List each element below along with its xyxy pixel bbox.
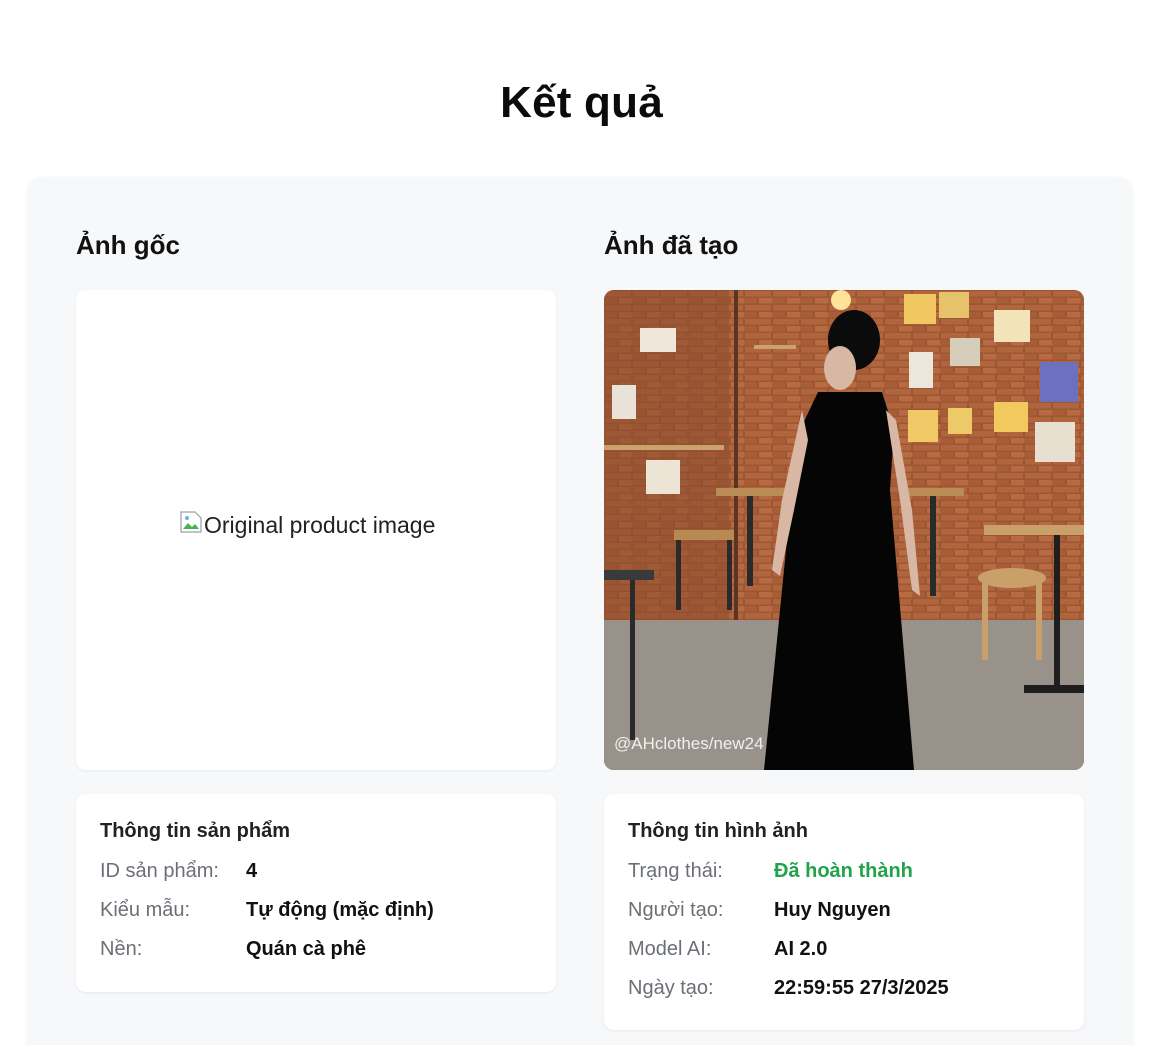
page-title: Kết quả bbox=[500, 78, 663, 127]
image-info-title: Thông tin hình ảnh bbox=[628, 820, 808, 842]
creator-value: Huy Nguyen bbox=[774, 899, 891, 921]
original-product-image: Original product image bbox=[180, 510, 436, 539]
model-type-label: Kiểu mẫu: bbox=[100, 899, 191, 921]
image-info-card: Thông tin hình ảnh Trạng thái: Đã hoàn t… bbox=[604, 794, 1084, 1030]
product-id-value: 4 bbox=[246, 860, 258, 882]
ai-model-row: Model AI: AI 2.0 bbox=[628, 938, 1060, 977]
generated-image-illustration bbox=[604, 290, 1084, 770]
created-date-value: 22:59:55 27/3/2025 bbox=[774, 977, 949, 999]
created-date-row: Ngày tạo: 22:59:55 27/3/2025 bbox=[628, 977, 1060, 1016]
generated-image[interactable]: @AHclothes/new24 bbox=[604, 290, 1084, 770]
product-id-row: ID sản phẩm: 4 bbox=[100, 860, 532, 899]
ai-model-label: Model AI: bbox=[628, 938, 712, 960]
product-info-card: Thông tin sản phẩm ID sản phẩm: 4 Kiểu m… bbox=[76, 794, 556, 992]
product-info-title: Thông tin sản phẩm bbox=[100, 820, 290, 842]
generated-image-heading: Ảnh đã tạo bbox=[604, 230, 739, 260]
original-image-heading: Ảnh gốc bbox=[76, 230, 180, 260]
background-row: Nền: Quán cà phê bbox=[100, 938, 532, 977]
ai-model-value: AI 2.0 bbox=[774, 938, 828, 960]
model-type-row: Kiểu mẫu: Tự động (mặc định) bbox=[100, 899, 532, 938]
original-image-alt-text: Original product image bbox=[204, 512, 436, 538]
broken-image-icon bbox=[180, 510, 202, 533]
background-label: Nền: bbox=[100, 938, 143, 960]
generated-image-watermark: @AHclothes/new24 bbox=[614, 734, 764, 753]
status-badge: Đã hoàn thành bbox=[774, 860, 913, 882]
status-row: Trạng thái: Đã hoàn thành bbox=[628, 860, 1060, 899]
created-date-label: Ngày tạo: bbox=[628, 977, 714, 999]
creator-row: Người tạo: Huy Nguyen bbox=[628, 899, 1060, 938]
creator-label: Người tạo: bbox=[628, 899, 724, 921]
model-type-value: Tự động (mặc định) bbox=[246, 899, 434, 921]
status-label: Trạng thái: bbox=[628, 860, 723, 882]
background-value: Quán cà phê bbox=[246, 938, 367, 960]
product-id-label: ID sản phẩm: bbox=[100, 860, 219, 882]
